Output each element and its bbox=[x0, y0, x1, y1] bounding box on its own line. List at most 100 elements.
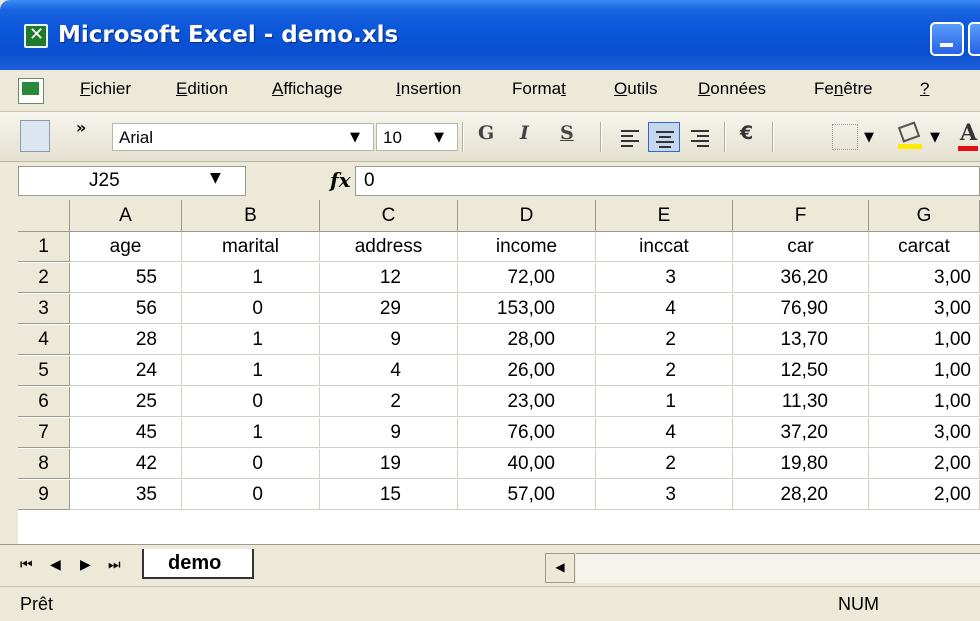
cell[interactable]: 3 bbox=[596, 263, 733, 293]
cell[interactable]: 56 bbox=[70, 294, 182, 324]
cell[interactable]: 12 bbox=[320, 263, 458, 293]
fx-icon[interactable]: fx bbox=[330, 168, 351, 192]
cell[interactable]: 9 bbox=[320, 418, 458, 448]
cell[interactable]: 4 bbox=[596, 418, 733, 448]
cell[interactable]: 0 bbox=[182, 449, 320, 479]
cell[interactable]: 28 bbox=[70, 325, 182, 355]
menu-outils[interactable]: Outils bbox=[614, 79, 657, 99]
cell[interactable]: 37,20 bbox=[733, 418, 869, 448]
cell[interactable]: marital bbox=[182, 232, 320, 262]
row-header[interactable]: 3 bbox=[18, 294, 70, 324]
cell[interactable]: 28,20 bbox=[733, 480, 869, 510]
cell[interactable]: 2 bbox=[596, 325, 733, 355]
align-right-button[interactable] bbox=[684, 122, 716, 152]
cell[interactable]: 0 bbox=[182, 294, 320, 324]
row-header[interactable]: 6 bbox=[18, 387, 70, 417]
cell[interactable]: address bbox=[320, 232, 458, 262]
cell[interactable]: 3,00 bbox=[869, 263, 980, 293]
cell[interactable]: 0 bbox=[182, 480, 320, 510]
row-header[interactable]: 8 bbox=[18, 449, 70, 479]
column-header[interactable]: F bbox=[733, 200, 869, 232]
cell[interactable]: 26,00 bbox=[458, 356, 596, 386]
menu-insertion[interactable]: Insertion bbox=[396, 79, 461, 99]
column-header[interactable]: D bbox=[458, 200, 596, 232]
borders-icon[interactable] bbox=[832, 124, 858, 150]
row-header[interactable]: 7 bbox=[18, 418, 70, 448]
column-header[interactable]: C bbox=[320, 200, 458, 232]
cell[interactable]: 12,50 bbox=[733, 356, 869, 386]
column-header[interactable]: E bbox=[596, 200, 733, 232]
last-sheet-icon[interactable]: ⏭ bbox=[108, 557, 121, 573]
cell[interactable]: 1,00 bbox=[869, 325, 980, 355]
menu-format[interactable]: Format bbox=[512, 79, 566, 99]
select-all-corner[interactable] bbox=[18, 200, 70, 232]
cell[interactable]: 11,30 bbox=[733, 387, 869, 417]
cell[interactable]: 72,00 bbox=[458, 263, 596, 293]
fill-color-icon[interactable] bbox=[896, 121, 924, 150]
chevron-down-icon[interactable]: ▼ bbox=[864, 130, 874, 145]
cell[interactable]: 40,00 bbox=[458, 449, 596, 479]
cell[interactable]: inccat bbox=[596, 232, 733, 262]
next-sheet-icon[interactable]: ▶ bbox=[80, 557, 91, 573]
scroll-left-button[interactable]: ◀ bbox=[545, 553, 575, 583]
prev-sheet-icon[interactable]: ◀ bbox=[50, 557, 61, 573]
cell[interactable]: 19,80 bbox=[733, 449, 869, 479]
toolbar-more-icon[interactable]: » bbox=[76, 118, 86, 137]
font-size-select[interactable]: 10 bbox=[376, 123, 458, 151]
font-name-select[interactable]: Arial bbox=[112, 123, 374, 151]
cell[interactable]: income bbox=[458, 232, 596, 262]
chevron-down-icon[interactable]: ▼ bbox=[434, 130, 444, 145]
cell[interactable]: 57,00 bbox=[458, 480, 596, 510]
menu-help[interactable]: ? bbox=[920, 79, 929, 99]
cell[interactable]: 24 bbox=[70, 356, 182, 386]
cell[interactable]: 76,00 bbox=[458, 418, 596, 448]
cell[interactable]: age bbox=[70, 232, 182, 262]
cell[interactable]: 19 bbox=[320, 449, 458, 479]
workbook-icon[interactable] bbox=[18, 78, 44, 104]
cell[interactable]: 2 bbox=[596, 449, 733, 479]
row-header[interactable]: 2 bbox=[18, 263, 70, 293]
align-left-button[interactable] bbox=[614, 122, 646, 152]
sheet-tab-demo[interactable]: demo bbox=[142, 549, 254, 579]
chevron-down-icon[interactable]: ▼ bbox=[930, 130, 940, 145]
cell[interactable]: 28,00 bbox=[458, 325, 596, 355]
cell[interactable]: 3 bbox=[596, 480, 733, 510]
cell[interactable]: 4 bbox=[320, 356, 458, 386]
menu-donnes[interactable]: Données bbox=[698, 79, 766, 99]
cell[interactable]: 2,00 bbox=[869, 449, 980, 479]
cell[interactable]: 9 bbox=[320, 325, 458, 355]
cell[interactable]: carcat bbox=[869, 232, 980, 262]
cell[interactable]: 2 bbox=[320, 387, 458, 417]
cell[interactable]: 25 bbox=[70, 387, 182, 417]
menu-affichage[interactable]: Affichage bbox=[272, 79, 343, 99]
cell[interactable]: 55 bbox=[70, 263, 182, 293]
cell[interactable]: 1,00 bbox=[869, 356, 980, 386]
maximize-button[interactable] bbox=[968, 22, 980, 56]
menu-fentre[interactable]: Fenêtre bbox=[814, 79, 873, 99]
row-header[interactable]: 9 bbox=[18, 480, 70, 510]
column-header[interactable]: A bbox=[70, 200, 182, 232]
cell[interactable]: 1 bbox=[182, 418, 320, 448]
cell[interactable]: 3,00 bbox=[869, 418, 980, 448]
cell[interactable]: 153,00 bbox=[458, 294, 596, 324]
align-center-button[interactable] bbox=[648, 122, 680, 152]
cell[interactable]: 15 bbox=[320, 480, 458, 510]
cell[interactable]: 1 bbox=[182, 356, 320, 386]
cell[interactable]: 4 bbox=[596, 294, 733, 324]
cell[interactable]: 3,00 bbox=[869, 294, 980, 324]
cell[interactable]: car bbox=[733, 232, 869, 262]
chevron-down-icon[interactable]: ▼ bbox=[210, 170, 221, 186]
cell[interactable]: 2,00 bbox=[869, 480, 980, 510]
first-sheet-icon[interactable]: ⏮ bbox=[20, 557, 33, 573]
cell[interactable]: 42 bbox=[70, 449, 182, 479]
cell[interactable]: 1 bbox=[182, 263, 320, 293]
cell[interactable]: 0 bbox=[182, 387, 320, 417]
font-color-icon[interactable]: A bbox=[956, 120, 980, 152]
cell[interactable]: 35 bbox=[70, 480, 182, 510]
row-header[interactable]: 5 bbox=[18, 356, 70, 386]
toolbar-options-icon[interactable] bbox=[20, 120, 50, 152]
column-header[interactable]: G bbox=[869, 200, 980, 232]
cell[interactable]: 2 bbox=[596, 356, 733, 386]
cell[interactable]: 13,70 bbox=[733, 325, 869, 355]
horizontal-scrollbar[interactable] bbox=[576, 553, 980, 583]
